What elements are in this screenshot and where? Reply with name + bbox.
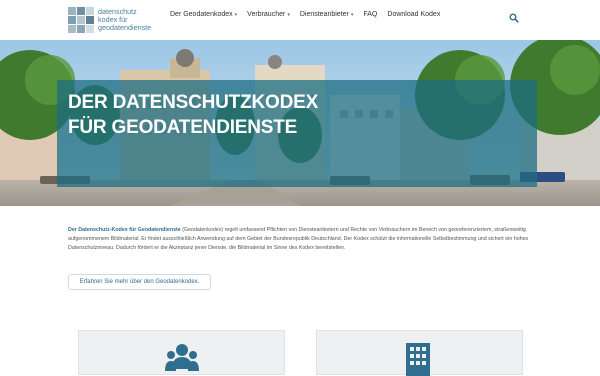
hero-title-line-2: FÜR GEODATENDIENSTE [68,117,298,138]
nav-label: FAQ [363,11,378,18]
hero-title: DER DATENSCHUTZKODEX FÜR GEODATENDIENSTE [68,90,318,140]
intro-bold-title[interactable]: Der Datenschutz-Kodex für Geodatendienst… [68,227,181,233]
users-group-icon [165,344,199,371]
nav-label: Download Kodex [387,11,441,18]
nav-label: Verbraucher [247,11,286,18]
search-icon[interactable] [509,10,519,23]
nav-item-diensteanbieter[interactable]: Diensteanbieter ▾ [300,11,354,18]
consumer-card[interactable] [78,330,285,375]
chevron-down-icon: ▾ [234,12,238,18]
nav-item-download-kodex[interactable]: Download Kodex [387,11,440,18]
logo-tile [86,16,94,24]
logo-mark [68,7,94,33]
office-building-icon [406,343,430,376]
logo-tile [77,7,85,15]
nav-label: Diensteanbieter [299,11,349,18]
logo-tile [68,25,76,33]
logo-text: datenschutz kodex für geodatendienste [98,8,151,32]
logo-tile [77,16,85,24]
logo-tile [77,25,85,33]
logo-tile [68,16,76,24]
logo-tile [68,7,76,15]
intro-paragraph: Der Datenschutz-Kodex für Geodatendienst… [68,226,534,253]
site-logo[interactable]: datenschutz kodex für geodatendienste [68,7,151,33]
logo-tile [86,25,94,33]
learn-more-button[interactable]: Erfahren Sie mehr über den Geodatenkodex… [68,274,211,290]
nav-item-geodatenkodex[interactable]: Der Geodatenkodex ▾ [170,11,237,18]
hero-title-line-1: DER DATENSCHUTZKODEX [68,92,319,113]
nav-label: Der Geodatenkodex [170,11,233,18]
provider-card[interactable] [316,330,523,376]
chevron-down-icon: ▾ [287,12,290,18]
nav-item-verbraucher[interactable]: Verbraucher ▾ [247,11,290,18]
site-header: datenschutz kodex für geodatendienste De… [0,0,600,40]
chevron-down-icon: ▾ [350,12,354,18]
main-navigation: Der Geodatenkodex ▾ Verbraucher ▾ Dienstea… [170,11,450,18]
nav-item-faq[interactable]: FAQ [363,11,377,18]
logo-tile [86,7,94,15]
logo-line-3: geodatendienste [98,23,152,32]
